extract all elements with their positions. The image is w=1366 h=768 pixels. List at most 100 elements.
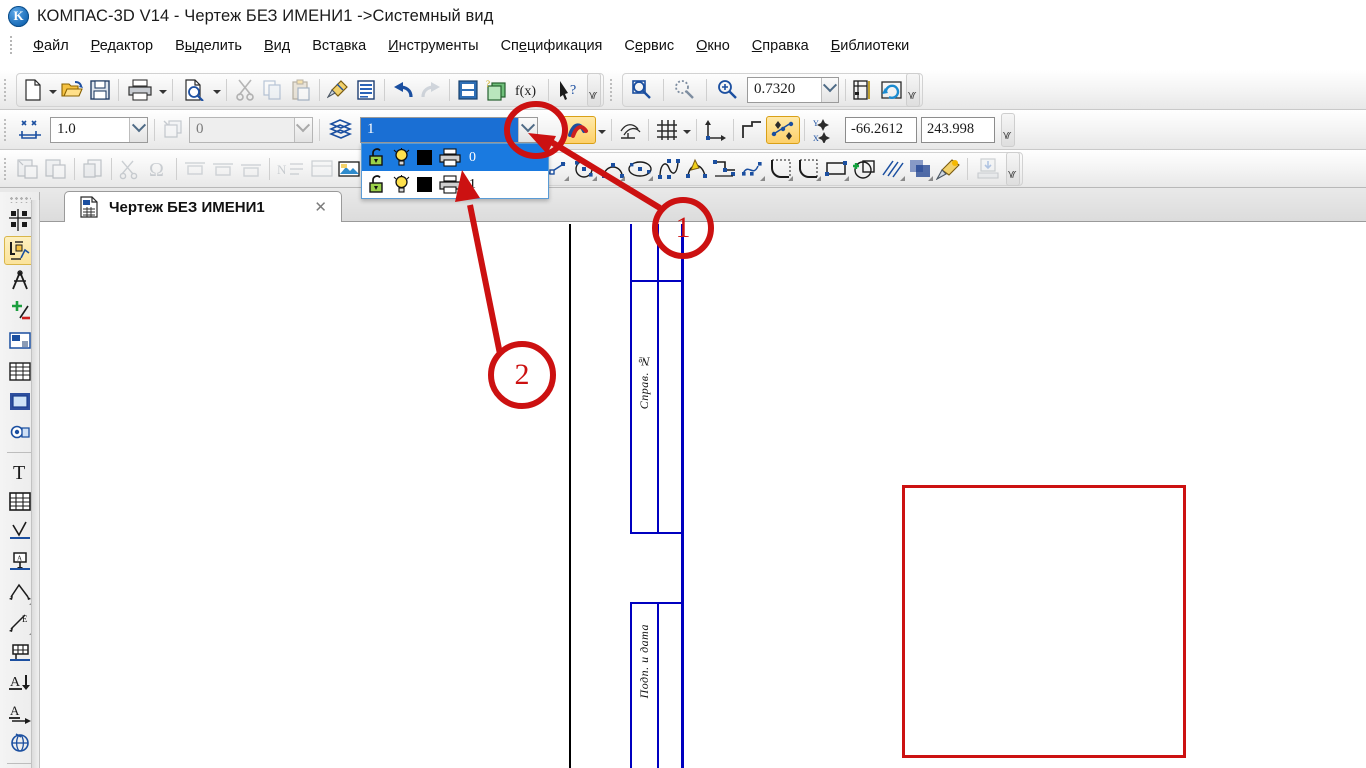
current-state-overflow-button[interactable] <box>1001 112 1015 147</box>
drawing-canvas[interactable]: Справ. № Подп. и дата <box>41 224 1366 768</box>
paste-icon[interactable] <box>287 76 315 104</box>
nurbs-curve-icon[interactable] <box>655 155 683 183</box>
menu-drag-grip[interactable] <box>7 35 17 56</box>
save-fragment-icon[interactable] <box>14 155 42 183</box>
menu-item-service[interactable]: Сервис <box>613 35 685 57</box>
paint-brush-icon[interactable] <box>935 155 963 183</box>
view-input[interactable] <box>190 117 294 142</box>
menu-item-insert[interactable]: Вставка <box>301 35 377 57</box>
menu-item-window[interactable]: Окно <box>685 35 741 57</box>
align-middle-icon[interactable] <box>209 155 237 183</box>
chamfer-icon[interactable] <box>795 155 823 183</box>
circle-icon[interactable] <box>571 155 599 183</box>
manager-icon[interactable] <box>454 76 482 104</box>
insert-object-icon[interactable] <box>972 155 1006 183</box>
layer-input[interactable] <box>361 117 518 142</box>
menu-item-file[interactable]: Файл <box>22 35 80 57</box>
fillet-icon[interactable] <box>767 155 795 183</box>
redraw-icon[interactable] <box>850 76 878 104</box>
local-origin-icon[interactable] <box>701 116 729 144</box>
align-bottom-icon[interactable] <box>237 155 265 183</box>
arc-icon[interactable] <box>599 155 627 183</box>
snap-points-icon[interactable] <box>14 116 48 144</box>
view-toolbar-overflow-button[interactable] <box>906 72 920 107</box>
format-painter-icon[interactable] <box>324 76 352 104</box>
document-tab[interactable]: Чертеж БЕЗ ИМЕНИ1 ✕ <box>64 191 342 222</box>
new-document-dropdown-icon[interactable] <box>47 77 58 103</box>
hatch-lines-icon[interactable] <box>879 155 907 183</box>
zoom-fit-icon[interactable] <box>711 76 745 104</box>
layer-dropdown-list[interactable]: 0 1 <box>361 143 549 199</box>
spec-toolbar-drag-grip[interactable] <box>3 156 11 181</box>
zoom-window-icon[interactable] <box>625 76 659 104</box>
selected-rectangle-object[interactable] <box>902 485 1186 758</box>
coordinate-y-field[interactable]: 243.998 <box>921 116 995 143</box>
print-preview-dropdown-icon[interactable] <box>211 77 222 103</box>
variables-fx-icon[interactable]: f(x) <box>510 76 544 104</box>
zoom-region-icon[interactable] <box>668 76 702 104</box>
bezier-icon[interactable] <box>683 155 711 183</box>
align-top-icon[interactable] <box>181 155 209 183</box>
current-state-drag-grip[interactable] <box>3 117 11 142</box>
print-preview-icon[interactable] <box>177 76 211 104</box>
layer-dropdown-row-0[interactable]: 0 <box>362 144 548 171</box>
zoom-scale-combo[interactable] <box>747 76 839 103</box>
toolbar-drag-grip[interactable] <box>3 77 11 102</box>
layer-dropdown-row-1[interactable]: 1 <box>362 171 548 198</box>
cut-object-icon[interactable] <box>116 155 144 183</box>
cursor-coordinates-icon[interactable]: YX <box>809 116 843 144</box>
snap-bindings-icon[interactable] <box>766 115 800 144</box>
refresh-icon[interactable] <box>878 76 906 104</box>
scale-combo[interactable] <box>50 116 148 143</box>
equidistant-icon[interactable] <box>851 155 879 183</box>
rectangle-icon[interactable] <box>823 155 851 183</box>
tool-panel-scrollbar[interactable] <box>31 200 40 768</box>
properties-icon[interactable] <box>352 76 380 104</box>
document-tab-close-icon[interactable]: ✕ <box>310 198 331 216</box>
menu-item-libraries[interactable]: Библиотеки <box>820 35 921 57</box>
layer-dropdown-icon[interactable] <box>517 117 537 142</box>
open-document-icon[interactable] <box>58 76 86 104</box>
line-style-icon[interactable] <box>562 115 596 144</box>
toolbar-overflow-button[interactable] <box>587 72 601 107</box>
view-toolbar-drag-grip[interactable] <box>609 77 617 102</box>
context-help-icon[interactable]: ? <box>553 76 587 104</box>
coordinate-x-field[interactable]: -66.2612 <box>845 116 917 143</box>
copy-icon[interactable] <box>259 76 287 104</box>
cut-icon[interactable] <box>231 76 259 104</box>
spline-icon[interactable] <box>739 155 767 183</box>
menu-item-tools[interactable]: Инструменты <box>377 35 489 57</box>
zoom-scale-dropdown-icon[interactable] <box>820 77 838 102</box>
menu-item-specification[interactable]: Спецификация <box>490 35 614 57</box>
numbering-icon[interactable]: N <box>274 155 308 183</box>
new-document-icon[interactable] <box>19 76 47 104</box>
layer-combo[interactable] <box>360 116 538 143</box>
zoom-scale-input[interactable] <box>748 77 821 102</box>
layers-stack-icon[interactable] <box>324 116 358 144</box>
library-manager-icon[interactable]: ? <box>482 76 510 104</box>
menu-item-help[interactable]: Справка <box>741 35 820 57</box>
view-dropdown-icon[interactable] <box>293 117 312 142</box>
ellipse-icon[interactable] <box>627 155 655 183</box>
menu-item-editor[interactable]: Редактор <box>80 35 164 57</box>
line-style-dropdown-icon[interactable] <box>596 117 607 143</box>
print-dropdown-icon[interactable] <box>157 77 168 103</box>
scale-dropdown-icon[interactable] <box>129 117 147 142</box>
print-icon[interactable] <box>123 76 157 104</box>
geometry-toolbar-overflow-button[interactable] <box>1006 151 1020 186</box>
current-view-icon[interactable] <box>159 116 187 144</box>
scale-input[interactable] <box>51 117 130 142</box>
grid-icon[interactable] <box>653 116 681 144</box>
undo-icon[interactable] <box>389 76 417 104</box>
hatch-icon[interactable] <box>907 155 935 183</box>
insert-fragment-icon[interactable] <box>79 155 107 183</box>
view-combo[interactable] <box>189 116 313 143</box>
symbol-omega-icon[interactable]: Ω <box>144 155 172 183</box>
save-document-icon[interactable] <box>86 76 114 104</box>
tool-panel-drag-grip[interactable] <box>8 196 31 203</box>
polyline-icon[interactable] <box>711 155 739 183</box>
spec-object-icon[interactable] <box>336 155 364 183</box>
grid-dropdown-icon[interactable] <box>681 117 692 143</box>
menu-item-select[interactable]: Выделить <box>164 35 253 57</box>
save-as-fragment-icon[interactable] <box>42 155 70 183</box>
